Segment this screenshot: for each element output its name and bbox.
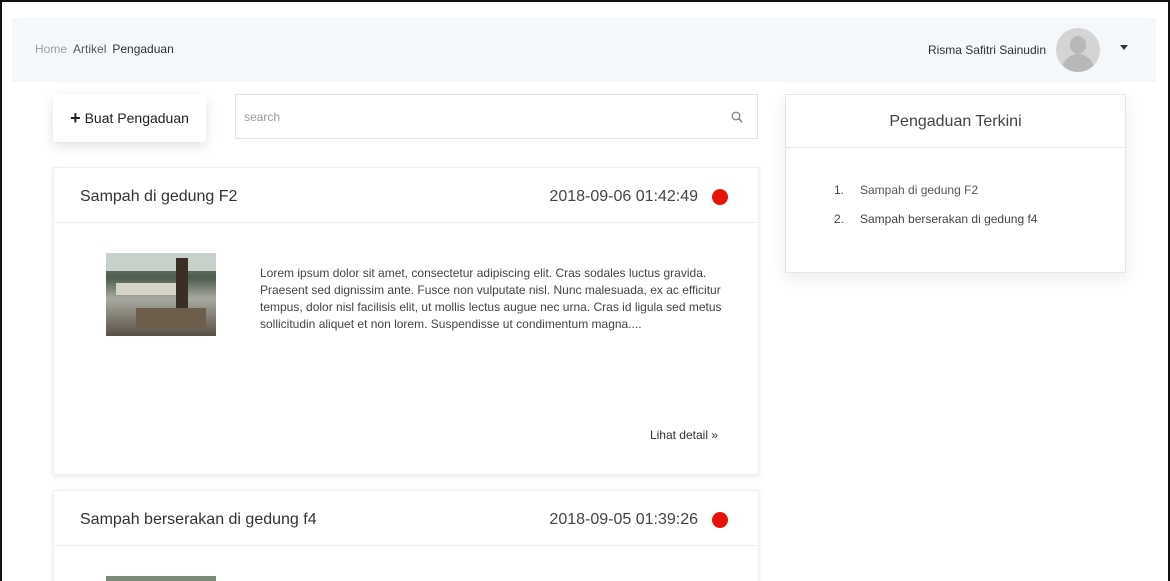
status-dot-icon [712,189,728,205]
complaint-title[interactable]: Sampah berserakan di gedung f4 [80,511,317,529]
list-item-number: 2. [834,212,845,226]
list-item[interactable]: 1. Sampah di gedung F2 [834,183,1037,212]
recent-complaints-list: 1. Sampah di gedung F2 2. Sampah bersera… [834,183,1037,241]
detail-link[interactable]: Lihat detail » [650,428,718,442]
search-input[interactable] [244,107,714,127]
card-header: Sampah di gedung F2 2018-09-06 01:42:49 [54,168,758,223]
complaint-excerpt: Lorem ipsum dolor sit amet, consectetur … [260,266,722,331]
complaint-date: 2018-09-06 01:42:49 [549,188,698,205]
navbar: Home Artikel Pengaduan Risma Safitri Sai… [12,18,1156,82]
panel-header: Pengaduan Terkini [786,95,1125,148]
create-complaint-label: Buat Pengaduan [84,110,189,126]
complaint-thumbnail[interactable] [106,576,216,581]
list-item-label[interactable]: Sampah di gedung F2 [860,183,978,212]
nav-link-home[interactable]: Home [35,42,67,56]
create-complaint-button[interactable]: + Buat Pengaduan [53,94,206,142]
recent-complaints-panel: Pengaduan Terkini 1. Sampah di gedung F2… [785,94,1126,273]
thumbnail-ground-shape [136,308,206,328]
chevron-down-icon[interactable] [1120,45,1128,50]
complaint-card: Sampah berserakan di gedung f4 2018-09-0… [53,490,759,581]
list-item[interactable]: 2. Sampah berserakan di gedung f4 [834,212,1037,241]
thumbnail-bench-shape [116,283,176,295]
app-frame: Home Artikel Pengaduan Risma Safitri Sai… [0,0,1170,581]
panel-title: Pengaduan Terkini [889,113,1022,130]
status-dot-icon [712,512,728,528]
nav-link-artikel[interactable]: Artikel [73,42,106,56]
avatar-head-shape [1070,36,1086,54]
search-icon[interactable] [731,111,743,123]
nav-links: Home Artikel Pengaduan [35,42,174,56]
complaint-title[interactable]: Sampah di gedung F2 [80,188,237,206]
complaint-date: 2018-09-05 01:39:26 [549,511,698,528]
user-name[interactable]: Risma Safitri Sainudin [928,43,1046,57]
nav-link-pengaduan[interactable]: Pengaduan [112,42,173,56]
card-header: Sampah berserakan di gedung f4 2018-09-0… [54,491,758,546]
avatar-body-shape [1062,54,1094,72]
complaint-card: Sampah di gedung F2 2018-09-06 01:42:49 … [53,167,759,475]
avatar[interactable] [1056,28,1100,72]
list-item-number: 1. [834,183,845,197]
search-box [235,94,758,139]
list-item-label[interactable]: Sampah berserakan di gedung f4 [860,212,1037,241]
plus-icon: + [70,108,81,128]
complaint-thumbnail[interactable] [106,253,216,336]
thumbnail-sky-shape [106,253,216,271]
